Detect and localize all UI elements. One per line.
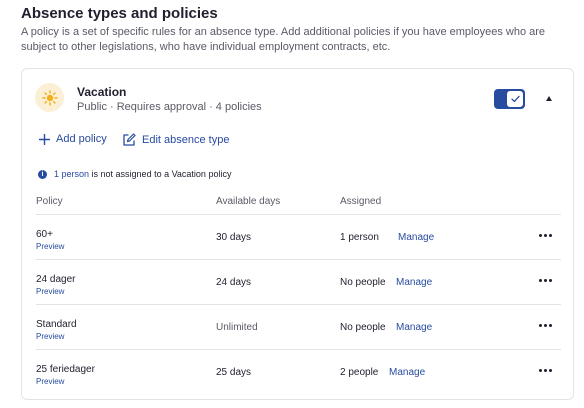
- check-icon: [507, 91, 523, 107]
- absence-type-meta: Public · Requires approval · 4 policies: [77, 101, 262, 113]
- absence-type-card: Vacation Public · Requires approval · 4 …: [21, 68, 574, 400]
- assigned-count: No people: [340, 322, 386, 333]
- preview-link[interactable]: Preview: [36, 332, 64, 341]
- available-days: 25 days: [216, 367, 252, 378]
- edit-icon: [122, 133, 136, 147]
- section-description: A policy is a set of specific rules for …: [21, 26, 546, 53]
- unassigned-people-link[interactable]: 1 person: [54, 169, 89, 179]
- plus-icon: [39, 133, 50, 145]
- policy-name: Standard: [36, 319, 77, 330]
- absence-type-avatar: [35, 83, 64, 112]
- table-row: Standard Preview Unlimited No people Man…: [36, 305, 561, 350]
- available-days: 24 days: [216, 277, 252, 288]
- table-row: 25 feriedager Preview 25 days 2 people M…: [36, 350, 561, 395]
- preview-link[interactable]: Preview: [36, 377, 64, 386]
- manage-link[interactable]: Manage: [398, 232, 434, 243]
- table-row: 60+ Preview 30 days 1 person Manage: [36, 215, 561, 260]
- info-icon: i: [38, 169, 47, 179]
- edit-absence-type-button[interactable]: Edit absence type: [122, 133, 229, 147]
- more-options-icon[interactable]: [539, 324, 552, 327]
- unassigned-notice: i 1 person is not assigned to a Vacation…: [38, 169, 231, 179]
- policy-table-header: Policy Available days Assigned: [36, 194, 561, 215]
- policy-name: 24 dager: [36, 274, 76, 285]
- available-days: Unlimited: [216, 322, 258, 333]
- absence-type-name: Vacation: [77, 85, 127, 99]
- edit-absence-type-label: Edit absence type: [142, 134, 230, 146]
- sun-icon: [41, 89, 58, 106]
- assigned-count: 2 people: [340, 367, 379, 378]
- more-options-icon[interactable]: [539, 369, 552, 372]
- column-header-available-days: Available days: [216, 196, 281, 207]
- available-days: 30 days: [216, 232, 252, 243]
- section-title: Absence types and policies: [21, 5, 218, 22]
- manage-link[interactable]: Manage: [396, 277, 432, 288]
- preview-link[interactable]: Preview: [36, 242, 64, 251]
- policy-name: 25 feriedager: [36, 364, 95, 375]
- manage-link[interactable]: Manage: [389, 367, 425, 378]
- add-policy-label: Add policy: [56, 133, 107, 145]
- notice-text: is not assigned to a Vacation policy: [89, 169, 232, 179]
- more-options-icon[interactable]: [539, 234, 552, 237]
- more-options-icon[interactable]: [539, 279, 552, 282]
- assigned-count: 1 person: [340, 232, 379, 243]
- table-row: 24 dager Preview 24 days No people Manag…: [36, 260, 561, 305]
- policy-name: 60+: [36, 229, 53, 240]
- collapse-caret-icon[interactable]: [546, 96, 552, 101]
- column-header-policy: Policy: [36, 196, 63, 207]
- preview-link[interactable]: Preview: [36, 287, 64, 296]
- column-header-assigned: Assigned: [340, 196, 382, 207]
- enable-toggle[interactable]: [494, 89, 525, 109]
- manage-link[interactable]: Manage: [396, 322, 432, 333]
- assigned-count: No people: [340, 277, 386, 288]
- add-policy-button[interactable]: Add policy: [39, 133, 107, 145]
